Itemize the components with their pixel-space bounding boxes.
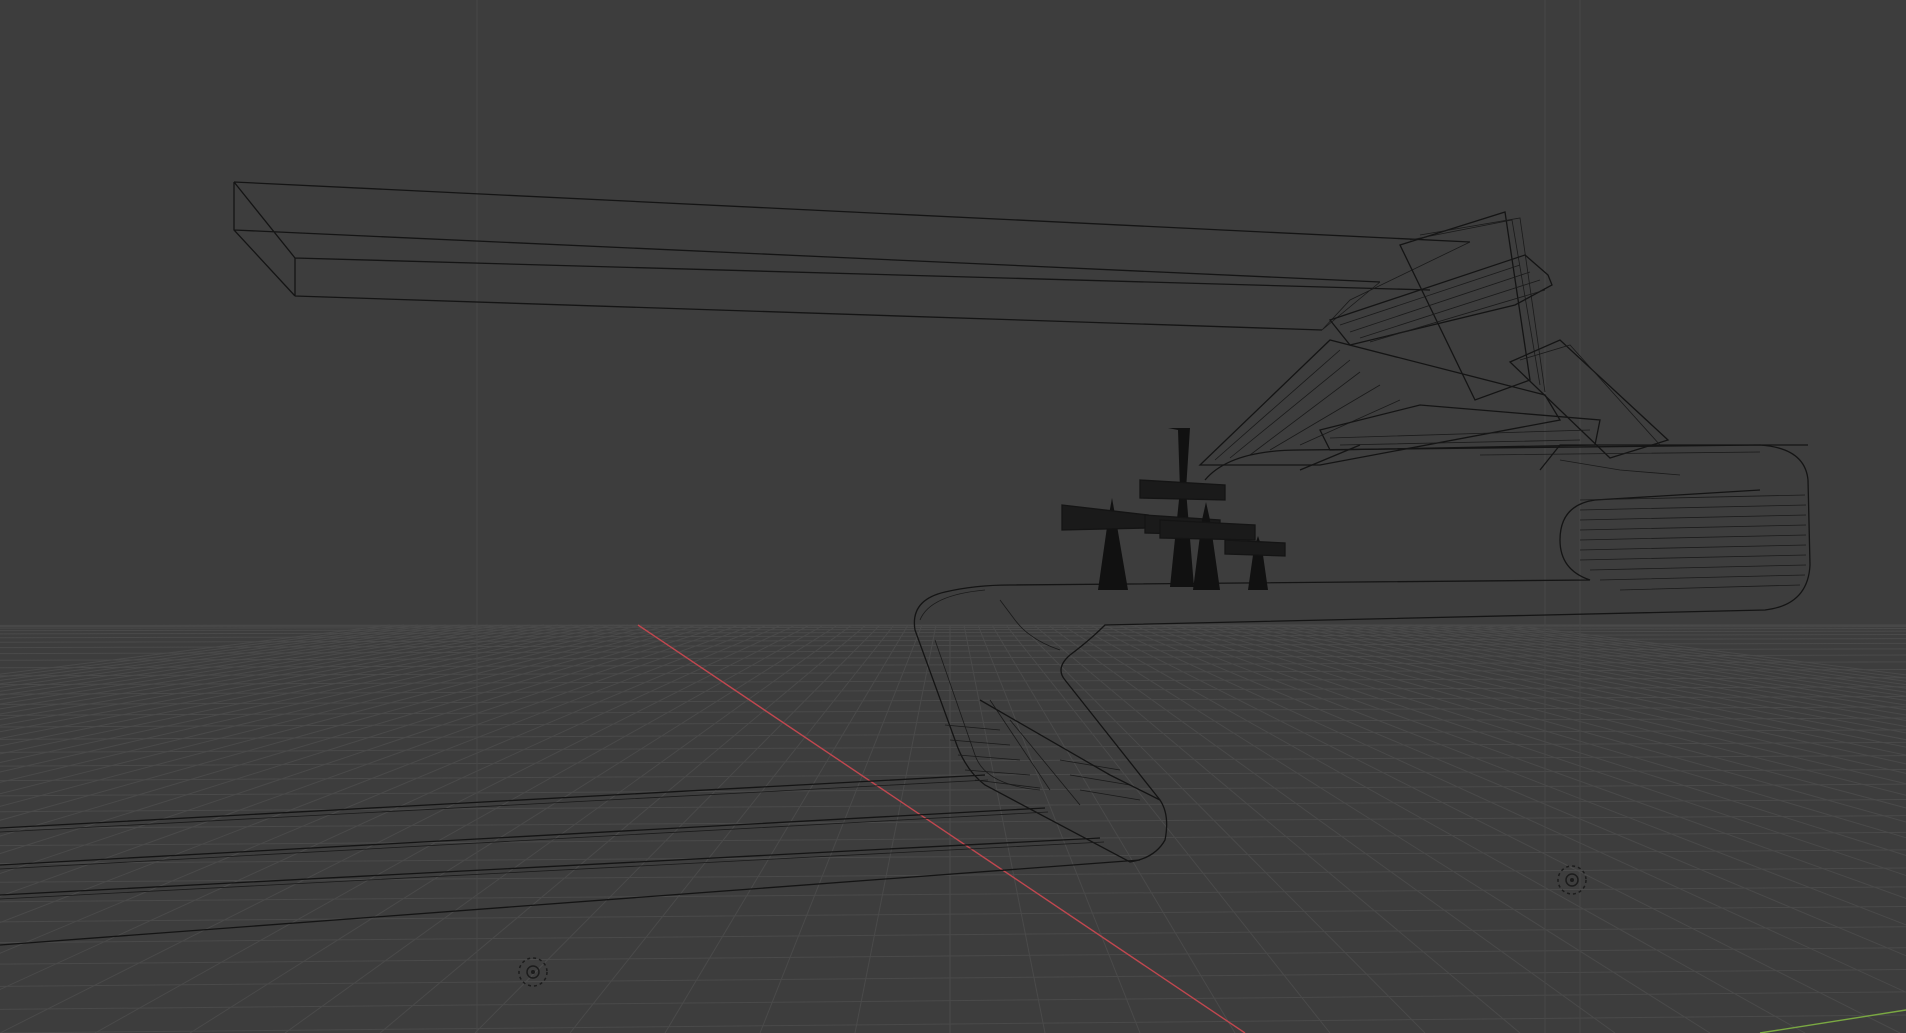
3d-viewport[interactable] (0, 0, 1906, 1033)
grid-line-v (1201, 624, 1906, 823)
grid-line-v (1173, 624, 1906, 856)
grid-line-v (1159, 624, 1906, 877)
grid-line-v (977, 624, 1141, 1033)
grid-line-h (0, 968, 1906, 987)
grid-line-v (1495, 624, 1906, 679)
grid-line-v (0, 624, 461, 692)
grid-line-h (0, 634, 1906, 639)
grid-line-h (0, 695, 1906, 705)
grid-line-h (0, 626, 1906, 629)
grid-line-h (0, 628, 1906, 632)
grid-line-v (664, 624, 909, 1033)
y-axis-line (1759, 1009, 1906, 1033)
pylons-object[interactable] (1061, 428, 1286, 590)
grid-line-v (0, 624, 811, 1033)
grid-line-v (963, 624, 1046, 1033)
grid-line-v (1075, 624, 1806, 1033)
grid-line-v (1215, 624, 1906, 809)
grid-line-h (0, 755, 1906, 767)
grid-line-v (0, 624, 685, 807)
grid-line-h (0, 630, 1906, 635)
pylon-1 (1061, 498, 1149, 590)
grid-line-h (0, 947, 1906, 965)
grid-line-v (759, 624, 923, 1033)
grid-line-v (991, 624, 1236, 1033)
grid-line-v (474, 624, 881, 1033)
slab-overhang-object[interactable] (233, 181, 1471, 331)
grid-line-v (0, 624, 713, 837)
grid-line-v (1061, 624, 1711, 1033)
grid-line-h (0, 831, 1906, 847)
grid-line-v (0, 624, 447, 688)
grid-line-h (0, 905, 1906, 923)
grid-line-h (0, 783, 1906, 797)
grid-line-v (1005, 624, 1331, 1033)
floor-grid (0, 624, 1906, 1033)
grid-line-h (0, 799, 1906, 813)
grid-line-v (1089, 624, 1901, 1033)
rails-object[interactable] (0, 774, 1141, 946)
grid-line-v (0, 624, 727, 855)
grid-line-v (0, 624, 559, 726)
grid-line-v (284, 624, 853, 1033)
grid-line-v (0, 624, 671, 795)
pylon-4 (1224, 536, 1286, 590)
grid-line-v (0, 624, 615, 755)
grid-line-v (854, 624, 937, 1033)
grid-line-v (1257, 624, 1906, 774)
grid-line-v (1047, 624, 1616, 1033)
frames-upper-object[interactable] (1198, 211, 1670, 466)
grid-line-v (94, 624, 825, 1033)
grid-line-h (0, 1014, 1906, 1033)
grid-line-h (0, 991, 1906, 1010)
grid-line-v (1187, 624, 1906, 839)
grid-line-v (0, 624, 797, 991)
grid-line-v (1019, 624, 1426, 1033)
